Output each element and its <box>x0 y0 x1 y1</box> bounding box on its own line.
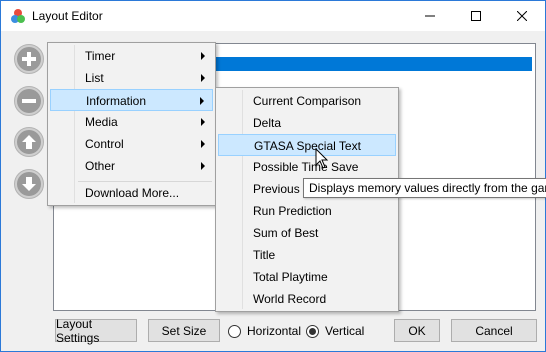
arrow-up-icon <box>17 130 41 154</box>
horizontal-radio[interactable]: Horizontal <box>228 323 301 339</box>
radio-circle <box>228 324 241 338</box>
cancel-button[interactable]: Cancel <box>451 319 537 342</box>
window-title: Layout Editor <box>32 9 103 23</box>
plus-icon <box>17 47 41 71</box>
submenu-item-possible-time-save[interactable]: Possible Time Save <box>218 156 396 178</box>
submenu-arrow-icon <box>201 162 205 170</box>
radio-circle <box>306 324 319 338</box>
vertical-radio-label: Vertical <box>325 324 365 338</box>
radio-selected-dot <box>309 327 316 335</box>
title-bar[interactable]: Layout Editor <box>1 1 545 31</box>
submenu-arrow-icon <box>201 140 205 148</box>
submenu-item-delta[interactable]: Delta <box>218 112 396 134</box>
menu-item-label: Information <box>86 94 147 108</box>
submenu-item-total-playtime[interactable]: Total Playtime <box>218 266 396 288</box>
set-size-button[interactable]: Set Size <box>148 319 220 342</box>
move-up-button[interactable] <box>14 127 44 157</box>
horizontal-radio-label: Horizontal <box>247 324 302 338</box>
mouse-cursor-icon <box>315 147 329 170</box>
submenu-item-title[interactable]: Title <box>218 244 396 266</box>
submenu-item-label: Sum of Best <box>253 226 319 240</box>
submenu-item-label: GTASA Special Text <box>254 139 361 153</box>
submenu-item-label: Current Comparison <box>253 94 362 108</box>
maximize-icon[interactable] <box>453 1 499 31</box>
submenu-arrow-icon <box>201 52 205 60</box>
menu-item-control[interactable]: Control <box>50 133 213 155</box>
menu-item-other[interactable]: Other <box>50 155 213 177</box>
move-down-button[interactable] <box>14 169 44 199</box>
menu-item-media[interactable]: Media <box>50 111 213 133</box>
submenu-item-label: Delta <box>253 116 282 130</box>
tooltip: Displays memory values directly from the… <box>303 178 546 198</box>
submenu-item-world-record[interactable]: World Record <box>218 288 396 310</box>
minimize-icon[interactable] <box>407 1 453 31</box>
add-component-menu: Timer List Information Media Control Oth… <box>47 42 216 206</box>
remove-component-button[interactable] <box>14 86 44 116</box>
submenu-item-label: Title <box>253 248 276 262</box>
minus-icon <box>17 89 41 113</box>
menu-item-information[interactable]: Information <box>50 89 213 111</box>
menu-item-label: Control <box>85 137 124 151</box>
layout-settings-button[interactable]: Layout Settings <box>55 317 137 345</box>
submenu-item-label: Run Prediction <box>253 204 332 218</box>
submenu-arrow-icon <box>201 118 205 126</box>
selected-list-row[interactable] <box>216 57 532 71</box>
arrow-down-icon <box>17 172 41 196</box>
information-submenu: Current Comparison Delta GTASA Special T… <box>215 87 399 312</box>
menu-item-label: Other <box>85 159 116 173</box>
submenu-item-gtasa-special-text[interactable]: GTASA Special Text <box>218 134 396 156</box>
submenu-item-label: World Record <box>253 292 327 306</box>
close-icon[interactable] <box>499 1 545 31</box>
submenu-item-sum-of-best[interactable]: Sum of Best <box>218 222 396 244</box>
add-component-button[interactable] <box>14 44 44 74</box>
layout-editor-window: Layout Editor Timer List Information Med… <box>0 0 546 352</box>
menu-item-label: Timer <box>85 49 116 63</box>
menu-item-download-more[interactable]: Download More... <box>50 182 213 204</box>
submenu-item-label: Possible Time Save <box>253 160 359 174</box>
vertical-radio[interactable]: Vertical <box>306 323 364 339</box>
menu-item-label: List <box>85 71 104 85</box>
submenu-item-label: Total Playtime <box>253 270 328 284</box>
menu-item-label: Media <box>85 115 118 129</box>
menu-item-timer[interactable]: Timer <box>50 45 213 67</box>
menu-item-list[interactable]: List <box>50 67 213 89</box>
app-icon <box>10 8 26 24</box>
submenu-item-run-prediction[interactable]: Run Prediction <box>218 200 396 222</box>
submenu-arrow-icon <box>200 97 204 105</box>
menu-item-label: Download More... <box>85 186 180 200</box>
submenu-arrow-icon <box>201 74 205 82</box>
ok-button[interactable]: OK <box>394 319 440 342</box>
submenu-item-current-comparison[interactable]: Current Comparison <box>218 90 396 112</box>
